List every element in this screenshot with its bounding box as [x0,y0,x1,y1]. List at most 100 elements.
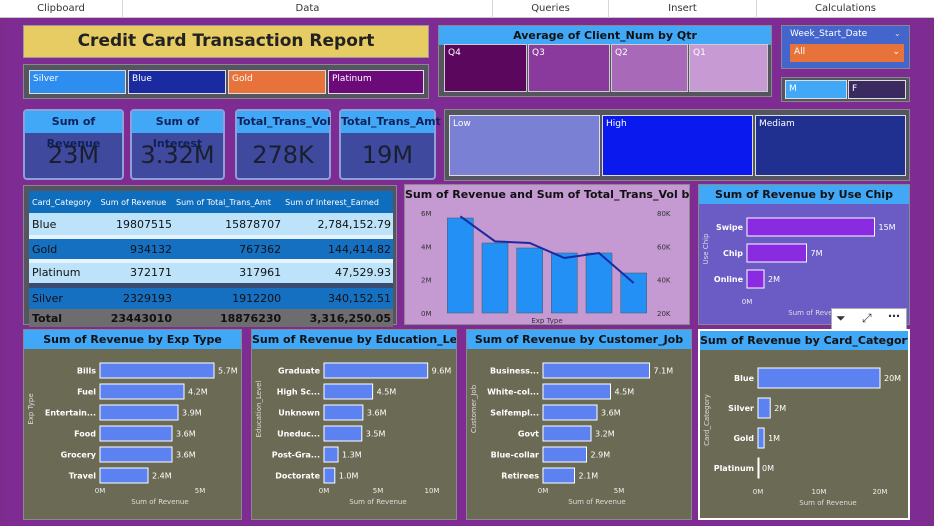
customer-job-svg: Business... 7.1M White-col... 4.5M Selfempl.… [470,362,673,506]
qtr-tile-q2[interactable]: Q2 [611,44,688,92]
combo-chart-title: Sum of Revenue and Sum of Total_Trans_Vo… [405,185,689,204]
combo-chart[interactable]: Sum of Revenue and Sum of Total_Trans_Vo… [404,184,690,325]
cell: 47,529.93 [335,266,391,280]
gender-slicer: M F [781,77,910,102]
kpi-value: 19M [361,141,414,169]
x-tick-label: 0M [742,298,753,306]
slicer-silver[interactable]: Silver [29,70,126,94]
focus-mode-icon[interactable]: ⤢ [862,311,872,326]
week-dropdown[interactable]: All ⌄ [790,44,904,62]
bar [542,362,650,379]
data-label: 0M [762,464,774,473]
report-title-box: Credit Card Transaction Report [23,25,429,58]
qtr-tile-q3[interactable]: Q3 [528,44,610,92]
slicer-m[interactable]: M [785,80,847,99]
week-value: All [794,47,806,57]
bar [99,404,179,421]
data-label: 3.6M [176,430,196,439]
chevron-down-icon[interactable]: ⌄ [894,29,901,38]
data-label: 3.9M [182,409,202,418]
x-axis-title: Sum of Revenue [131,498,188,506]
more-options-icon[interactable]: ⋯ [888,309,900,323]
qtr-label: Q3 [532,48,545,58]
slicer-gold[interactable]: Gold [228,70,326,94]
cell: 18876230 [219,311,282,325]
table-total-row: Total 23443010 18876230 3,316,250.05 [29,309,393,327]
slicer-blue[interactable]: Blue [128,70,226,94]
col-header[interactable]: Sum of Total_Trans_Amt [176,191,285,213]
education-chart[interactable]: Sum of Revenue by Education_Level Gradua… [251,329,457,520]
kpi-interest: Sum of Interest 3.32M [130,109,225,180]
data-table: Card_Category Sum of Revenue Sum of Tota… [29,191,393,327]
x-tick-label: 10M [812,488,827,496]
qtr-label: Q1 [693,48,706,58]
cell: Total [32,311,63,325]
ribbon-data[interactable]: Data [122,0,492,18]
cell: 767362 [239,242,282,256]
category-label: Graduate [278,367,321,376]
filter-icon[interactable]: ⏷ [836,311,846,326]
col-header[interactable]: Card_Category [29,191,101,213]
category-label: Online [714,275,744,284]
y-axis-title: Customer_Job [470,384,478,433]
slicer-f[interactable]: F [848,80,906,99]
card-category-slicer: Silver Blue Gold Platinum [23,64,429,99]
data-label: 3.6M [601,409,621,418]
bar [746,217,875,237]
combo-chart-svg: 6M 4M 2M 0M 80K 60K 40K 20K Exp Type [421,210,671,324]
kpi-value: 278K [252,141,314,169]
cell: 19807515 [115,217,172,231]
category-label: Food [74,430,96,439]
cell: Gold [32,242,58,256]
table-row[interactable]: Platinum 372171 317961 47,529.93 [29,261,393,285]
table-row[interactable]: Blue 19807515 15878707 2,784,152.79 [29,213,393,237]
bar [99,383,185,400]
data-label: 4.2M [188,388,208,397]
x-axis-title: Exp Type [531,317,562,324]
bar [757,457,760,479]
exp-type-chart[interactable]: Sum of Revenue by Exp Type Bills 5.7M Fuel… [23,329,242,520]
use-chip-chart[interactable]: Sum of Revenue by Use Chip Swipe 15M Chip 7… [698,184,910,330]
y-left-tick: 6M [421,210,432,218]
cell: Blue [32,217,57,231]
ribbon-queries[interactable]: Queries [492,0,608,18]
x-tick-label: 5M [373,487,384,495]
kpi-revenue: Sum of Revenue 23M [23,109,124,180]
slicer-low[interactable]: Low [449,115,600,176]
bar [746,243,807,263]
y-right-tick: 20K [657,310,671,318]
col-header[interactable]: Sum of Revenue [101,191,176,213]
x-tick-label: 0M [753,488,764,496]
qtr-tile-q4[interactable]: Q4 [444,44,527,92]
bar [99,362,215,379]
y-axis-title: Use Chip [702,233,710,265]
ribbon-insert[interactable]: Insert [608,0,756,18]
bar [542,404,598,421]
slicer-high[interactable]: High [602,115,753,176]
category-label: Retirees [501,472,539,481]
slicer-mediam[interactable]: Mediam [755,115,906,176]
card-category-chart[interactable]: Sum of Revenue by Card_Category Blue 20M S… [698,329,910,520]
y-axis-title: Exp Type [27,393,35,424]
data-label: 2.1M [579,472,599,481]
cell: Platinum [32,266,81,280]
col-header[interactable]: Sum of Interest_Earned [285,191,393,213]
qtr-tile-q1[interactable]: Q1 [689,44,768,92]
ribbon-calculations[interactable]: Calculations [756,0,934,18]
income-slicer: Low High Mediam [444,109,910,181]
bar [516,247,543,314]
bar [447,217,474,314]
card-category-chart-title: Sum of Revenue by Card_Category [700,331,908,350]
table-row[interactable]: Silver 2329193 1912200 340,152.51 [29,285,393,309]
x-tick-label: 5M [614,487,625,495]
category-label: Gold [733,434,754,443]
table-row[interactable]: Gold 934132 767362 144,414.82 [29,237,393,261]
qtr-chart[interactable]: Average of Client_Num by Qtr Q4 Q3 Q2 Q1 [438,25,772,97]
slicer-platinum[interactable]: Platinum [328,70,424,94]
data-label: 3.6M [367,409,387,418]
bar [323,446,339,463]
customer-job-chart[interactable]: Sum of Revenue by Customer_Job Business.… [466,329,692,520]
category-label: Blue-collar [491,451,539,460]
ribbon-clipboard[interactable]: Clipboard [0,0,122,18]
cell: 3,316,250.05 [309,311,391,325]
